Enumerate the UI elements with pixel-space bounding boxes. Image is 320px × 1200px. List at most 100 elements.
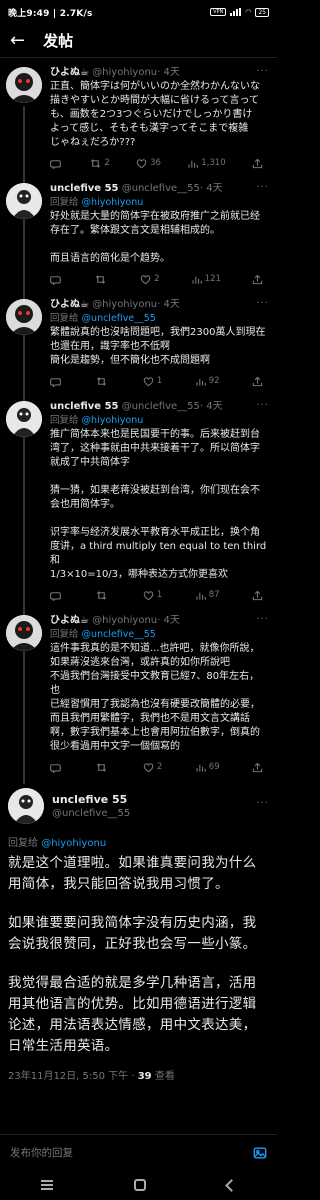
tweet-line: 也還在用，識字率也不低啊 (50, 341, 170, 352)
back-icon[interactable] (225, 1178, 239, 1192)
tweet-line: 而且语言的简化是个趋势。 (50, 253, 170, 264)
views-button[interactable]: 121 (191, 274, 221, 285)
reply-button[interactable] (50, 762, 64, 773)
reply-icon (50, 591, 61, 601)
reply-icon (50, 763, 61, 773)
views-button[interactable]: 92 (195, 376, 220, 387)
tweet-line: 而且我們用繁體字，我們也不是用文言文講話 (50, 713, 250, 724)
tweet-actions: 2 36 1,310 (50, 152, 269, 174)
retweet-button[interactable] (96, 590, 110, 601)
more-icon[interactable]: ··· (256, 798, 269, 809)
avatar[interactable] (6, 183, 42, 219)
more-icon[interactable]: ··· (256, 66, 269, 77)
author-handle[interactable]: @unclefive__55 (122, 401, 200, 412)
more-icon[interactable]: ··· (256, 182, 269, 193)
tweet-line: 存在了。繁体跟文言文是相辅相成的。 (50, 225, 220, 236)
retweet-button[interactable] (95, 274, 109, 285)
reply-to-handle[interactable]: @hiyohiyonu (82, 197, 144, 208)
reply-input[interactable]: 发布你的回复 (10, 1145, 253, 1160)
author-name[interactable]: ひよぬ☕ (50, 615, 89, 626)
author-name[interactable]: unclefive 55 (50, 401, 119, 412)
menu-icon[interactable] (40, 1180, 53, 1190)
paragraph: 如果谁要要问我简体字没有历史内涵，我会说我很赞同，正好我也会写一些小篆。 (8, 915, 257, 952)
views-button[interactable]: 87 (195, 590, 220, 601)
retweet-icon (96, 274, 106, 284)
reply-button[interactable] (50, 376, 64, 387)
tweet-time: · 4天 (157, 67, 180, 78)
views-icon (188, 160, 199, 168)
retweet-button[interactable] (96, 376, 110, 387)
tweet-header: unclefive 55 @unclefive__55· 4天 (50, 400, 269, 414)
more-icon[interactable]: ··· (256, 298, 269, 309)
reply-composer[interactable]: 发布你的回复 (0, 1134, 277, 1170)
tweet-header: ひよぬ☕ @hiyohiyonu· 4天 (50, 66, 269, 80)
reply-to-line: 回复给 @unclefive__55 (50, 313, 156, 324)
timestamp: 23年11月12日, 5:50 下午 · (8, 1071, 135, 1082)
author-handle[interactable]: @hiyohiyonu (92, 615, 157, 626)
reply-button[interactable] (50, 590, 64, 601)
home-icon[interactable] (133, 1179, 146, 1191)
views-icon (192, 276, 202, 284)
views-icon (196, 592, 206, 600)
reply-to-handle[interactable]: @unclefive__55 (82, 629, 156, 640)
status-bar: 晚上9:49 | 2.7K/s VPN ◠ 25 (0, 0, 277, 24)
share-button[interactable] (252, 376, 263, 387)
views-button[interactable]: 1,310 (187, 158, 226, 169)
image-icon[interactable] (253, 1146, 267, 1160)
like-button[interactable]: 1 (143, 590, 162, 601)
reply-to-handle[interactable]: @unclefive__55 (82, 313, 156, 324)
author-name[interactable]: unclefive 55 (52, 792, 130, 807)
retweet-icon (97, 376, 107, 386)
more-icon[interactable]: ··· (256, 614, 269, 625)
tweet-line: 会也用简体字。 (50, 499, 120, 510)
heart-icon (143, 590, 154, 600)
thread-tweet[interactable]: ··· ひよぬ☕ @hiyohiyonu· 4天 正直、簡体字は何がいいのか全然わか… (0, 58, 277, 174)
views-button[interactable]: 69 (195, 762, 220, 773)
vpn-icon: VPN (210, 8, 227, 16)
author-name[interactable]: ひよぬ☕ (50, 67, 89, 78)
reply-icon (50, 377, 61, 387)
retweet-button[interactable] (96, 762, 110, 773)
tweet-time: · 4天 (157, 299, 180, 310)
avatar[interactable] (8, 788, 44, 824)
retweet-icon (91, 158, 101, 168)
share-button[interactable] (252, 762, 263, 773)
reply-button[interactable] (50, 274, 64, 285)
retweet-button[interactable]: 2 (90, 158, 110, 169)
reply-to-line: 回复给 @hiyohiyonu (50, 197, 144, 208)
author-handle[interactable]: @hiyohiyonu (92, 299, 157, 310)
reply-to-handle[interactable]: @hiyohiyonu (41, 838, 106, 849)
author-handle[interactable]: @unclefive__55 (122, 183, 200, 194)
author-handle[interactable]: @unclefive__55 (52, 807, 130, 821)
tweet-text: 繁體說真的也沒啥問題吧，我們2300萬人到現在 也還在用，識字率也不低啊 簡化是趨勢… (50, 326, 269, 368)
share-button[interactable] (252, 158, 263, 169)
like-button[interactable]: 36 (136, 158, 161, 169)
author-name[interactable]: ひよぬ☕ (50, 299, 89, 310)
tweet-line: 如果蔣沒逃來台灣，或許真的如你所說吧 (50, 657, 230, 668)
reply-to-handle[interactable]: @hiyohiyonu (82, 415, 144, 426)
tweet-line: 不過我們台灣接受中文教育已經7、80年左右，也 (50, 671, 260, 696)
tweet-text: 正直、簡体字は何がいいのか全然わかんないな 描きやすいとか時間が大幅に省けるって言… (50, 80, 269, 150)
tweet-line: 好处就是大量的简体字在被政府推广之前就已经 (50, 211, 260, 222)
avatar[interactable] (6, 299, 42, 335)
thread-tweet[interactable]: ··· unclefive 55 @unclefive__55· 4天 回复给 @h… (0, 174, 277, 290)
share-button[interactable] (252, 274, 263, 285)
avatar[interactable] (6, 67, 42, 103)
author-handle[interactable]: @hiyohiyonu (92, 67, 157, 78)
reply-to-line: 回复给 @hiyohiyonu (8, 838, 107, 849)
avatar[interactable] (6, 615, 42, 651)
more-icon[interactable]: ··· (256, 400, 269, 411)
avatar[interactable] (6, 401, 42, 437)
like-button[interactable]: 2 (140, 274, 160, 285)
tweet-text: 推广简体本来也是民国要干的事。后来被赶到台 湾了，这种事就由中共来接着干了。所以简… (50, 428, 269, 582)
reply-button[interactable] (50, 158, 64, 169)
thread-tweet[interactable]: ··· unclefive 55 @unclefive__55· 4天 回复给 @h… (0, 392, 277, 606)
thread-tweet[interactable]: ··· ひよぬ☕ @hiyohiyonu· 4天 回复给 @unclefive__5… (0, 606, 277, 778)
arrow-left-icon[interactable]: ← (10, 31, 25, 50)
share-button[interactable] (252, 590, 263, 601)
views-icon (196, 378, 206, 386)
like-button[interactable]: 1 (143, 376, 162, 387)
thread-tweet[interactable]: ··· ひよぬ☕ @hiyohiyonu· 4天 回复给 @unclefive__5… (0, 290, 277, 392)
like-button[interactable]: 2 (143, 762, 162, 773)
author-name[interactable]: unclefive 55 (50, 183, 119, 194)
